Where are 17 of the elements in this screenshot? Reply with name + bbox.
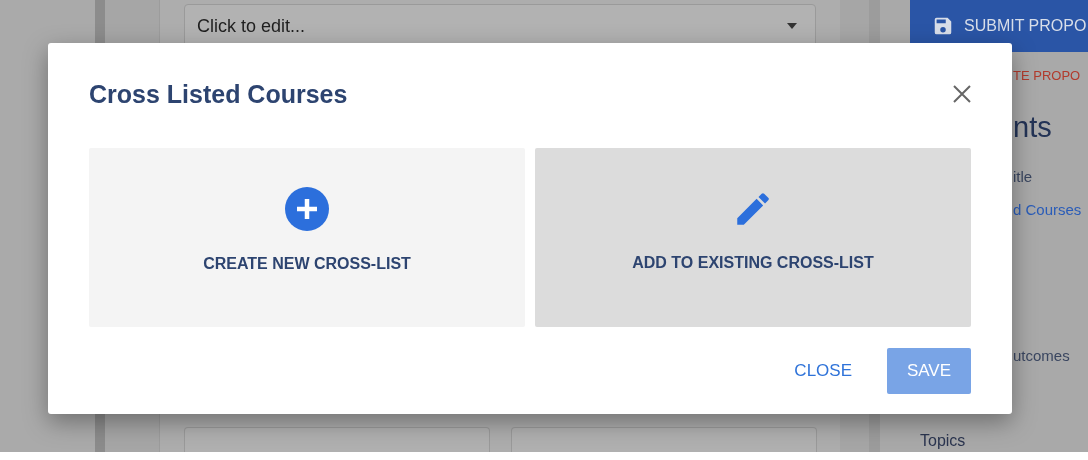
section-heading: nts [1013,111,1053,144]
plus-icon [285,186,329,231]
dialog-title: Cross Listed Courses [89,79,348,109]
caret-icon [787,23,797,29]
input-field[interactable] [184,427,490,452]
input-field[interactable] [511,427,817,452]
close-icon [953,85,971,103]
dropdown-value: Click to edit... [197,15,306,37]
save-icon [932,15,954,37]
sidebar-item: Topics [919,432,967,451]
sidebar-item: utcomes [1013,347,1071,364]
option-card[interactable]: CREATE NEW CROSS-LIST [89,148,525,327]
close-button[interactable]: CLOSE [790,353,856,389]
sidebar-link[interactable]: d Courses [1013,201,1088,218]
option-card[interactable]: ADD TO EXISTING CROSS-LIST [535,148,971,327]
submit-button[interactable]: SUBMIT PROPO [910,0,1088,52]
sidebar-item: itle [1013,168,1034,185]
